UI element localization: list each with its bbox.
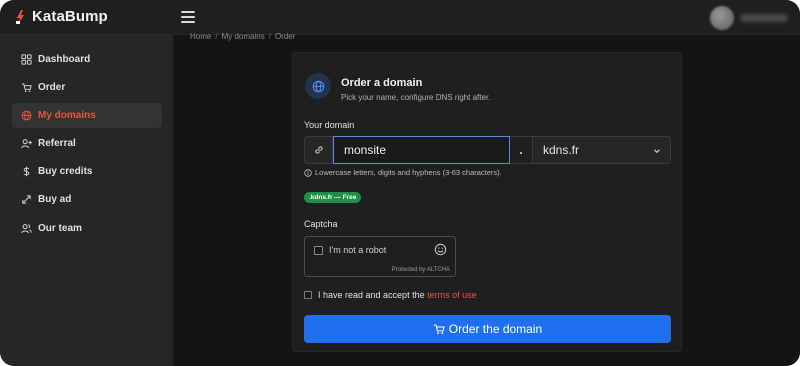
sidebar-item-my-domains[interactable]: My domains xyxy=(12,103,162,128)
sidebar: Dashboard Order My domains Referral Buy … xyxy=(0,35,174,366)
sidebar-item-label: Our team xyxy=(38,223,82,234)
page-title: Order a domain xyxy=(341,77,423,89)
captcha-checkbox[interactable] xyxy=(314,246,323,255)
sidebar-item-label: Referral xyxy=(38,138,76,149)
globe-icon xyxy=(305,73,331,99)
cart-icon xyxy=(433,324,445,335)
captcha-label: Captcha xyxy=(304,219,338,229)
order-domain-card: Order a domain Pick your name, configure… xyxy=(292,52,682,352)
app-window: KataBump Dashboard Order My domains Refe… xyxy=(0,0,800,366)
extension-selected-value: kdns.fr xyxy=(543,143,580,157)
breadcrumb: Home / My domains / Order xyxy=(190,32,296,41)
info-icon xyxy=(304,168,312,177)
sidebar-item-label: Buy credits xyxy=(38,166,93,177)
order-domain-button-label: Order the domain xyxy=(448,322,543,336)
brand-logo-icon xyxy=(16,9,24,24)
brand-name: KataBump xyxy=(32,8,108,25)
user-menu[interactable] xyxy=(710,6,788,30)
sidebar-item-label: Buy ad xyxy=(38,194,72,205)
sidebar-item-dashboard[interactable]: Dashboard xyxy=(12,47,162,72)
users-icon xyxy=(20,223,32,235)
cart-icon xyxy=(20,82,32,94)
domain-input-group: . kdns.fr xyxy=(304,136,671,164)
grid-icon xyxy=(20,54,32,66)
domain-hint-text: Lowercase letters, digits and hyphens (3… xyxy=(315,168,502,177)
expand-arrows-icon xyxy=(20,194,32,206)
sidebar-item-buy-ad[interactable]: Buy ad xyxy=(12,187,162,212)
menu-toggle-icon[interactable] xyxy=(181,11,195,23)
terms-text: I have read and accept the xyxy=(318,290,425,300)
extension-select[interactable]: kdns.fr xyxy=(532,136,671,164)
captcha-footer: Protected by ALTCHA xyxy=(391,267,450,273)
terms-link[interactable]: terms of use xyxy=(427,290,477,300)
sidebar-item-our-team[interactable]: Our team xyxy=(12,216,162,241)
domain-dot-separator: . xyxy=(510,136,532,164)
breadcrumb-home[interactable]: Home xyxy=(190,32,211,41)
terms-checkbox[interactable] xyxy=(304,291,312,299)
user-plus-icon xyxy=(20,138,32,150)
sidebar-item-referral[interactable]: Referral xyxy=(12,131,162,156)
breadcrumb-order: Order xyxy=(274,32,296,41)
sidebar-item-label: My domains xyxy=(38,110,96,121)
globe-icon xyxy=(20,110,32,122)
captcha-text: I'm not a robot xyxy=(329,245,387,255)
domain-label: Your domain xyxy=(304,120,355,130)
sidebar-item-label: Dashboard xyxy=(38,54,91,65)
order-domain-button[interactable]: Order the domain xyxy=(304,315,671,343)
user-name-blurred xyxy=(740,14,788,22)
main-content: Home / My domains / Order Order a domain… xyxy=(174,32,800,366)
sidebar-item-label: Order xyxy=(38,82,66,93)
free-extension-badge: .kdns.fr — Free xyxy=(304,192,362,203)
link-icon xyxy=(304,136,333,164)
breadcrumb-my-domains[interactable]: My domains xyxy=(222,32,265,41)
page-subtitle: Pick your name, configure DNS right afte… xyxy=(341,93,491,102)
sidebar-item-order[interactable]: Order xyxy=(12,75,162,100)
avatar xyxy=(710,6,734,30)
terms-row: I have read and accept the terms of use xyxy=(304,290,477,300)
dollar-icon xyxy=(20,166,32,178)
topbar: KataBump xyxy=(0,0,800,35)
altcha-logo-icon xyxy=(434,243,447,256)
captcha-widget: I'm not a robot Protected by ALTCHA xyxy=(304,236,456,277)
domain-name-input[interactable] xyxy=(333,136,510,164)
brand[interactable]: KataBump xyxy=(14,8,108,25)
sidebar-item-buy-credits[interactable]: Buy credits xyxy=(12,159,162,184)
domain-hint: Lowercase letters, digits and hyphens (3… xyxy=(304,168,502,177)
chevron-down-icon xyxy=(654,149,660,154)
